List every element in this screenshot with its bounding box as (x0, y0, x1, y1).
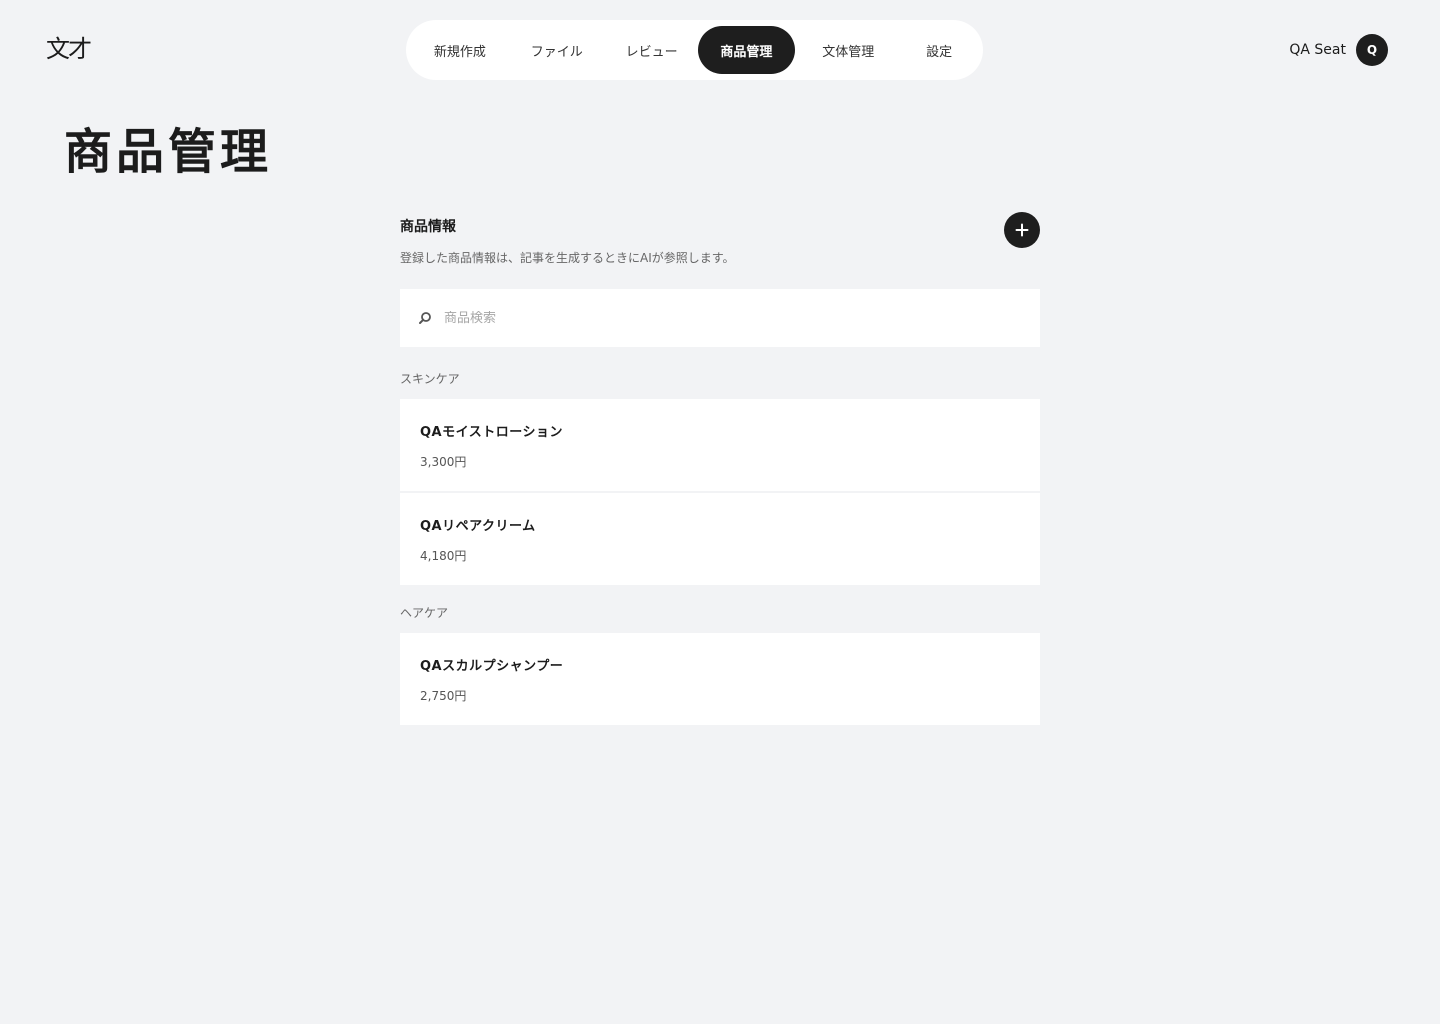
nav-item-products[interactable]: 商品管理 (697, 26, 796, 74)
account-menu[interactable]: QA Seat Q (1289, 34, 1388, 66)
search-bar[interactable] (400, 289, 1040, 347)
nav-item-style[interactable]: 文体管理 (795, 26, 901, 74)
product-price: 4,180円 (420, 549, 467, 563)
account-name: QA Seat (1289, 42, 1346, 58)
section-description: 登録した商品情報は、記事を生成するときにAIが参照します。 (400, 251, 735, 265)
search-input[interactable] (444, 310, 1022, 326)
avatar[interactable]: Q (1356, 34, 1388, 66)
nav-item-new[interactable]: 新規作成 (412, 26, 508, 74)
product-row[interactable]: QAモイストローション 3,300円 (400, 399, 1040, 491)
group-label-haircare: ヘアケア (400, 606, 449, 620)
product-name: QAスカルプシャンプー (420, 659, 564, 674)
search-icon (419, 312, 431, 324)
plus-icon (1015, 223, 1029, 237)
app-logo[interactable]: 文才 (46, 34, 92, 64)
product-section: 商品情報 登録した商品情報は、記事を生成するときにAIが参照します。 スキンケア… (400, 212, 1040, 725)
main-nav: 新規作成 ファイル レビュー 商品管理 文体管理 設定 (406, 20, 983, 80)
section-title: 商品情報 (400, 219, 456, 235)
group-label-skincare: スキンケア (400, 372, 460, 386)
product-row[interactable]: QAスカルプシャンプー 2,750円 (400, 633, 1040, 725)
product-name: QAモイストローション (420, 425, 563, 440)
nav-item-files[interactable]: ファイル (508, 26, 606, 74)
page-title: 商品管理 (64, 124, 273, 180)
product-price: 3,300円 (420, 455, 467, 469)
nav-item-settings[interactable]: 設定 (901, 26, 977, 74)
app-header: 文才 新規作成 ファイル レビュー 商品管理 文体管理 設定 QA Seat Q (0, 0, 1440, 100)
add-product-button[interactable] (1004, 212, 1040, 248)
nav-item-review[interactable]: レビュー (606, 26, 698, 74)
product-row[interactable]: QAリペアクリーム 4,180円 (400, 493, 1040, 585)
product-price: 2,750円 (420, 689, 467, 703)
product-name: QAリペアクリーム (420, 519, 536, 534)
section-header: 商品情報 登録した商品情報は、記事を生成するときにAIが参照します。 (400, 212, 1040, 289)
